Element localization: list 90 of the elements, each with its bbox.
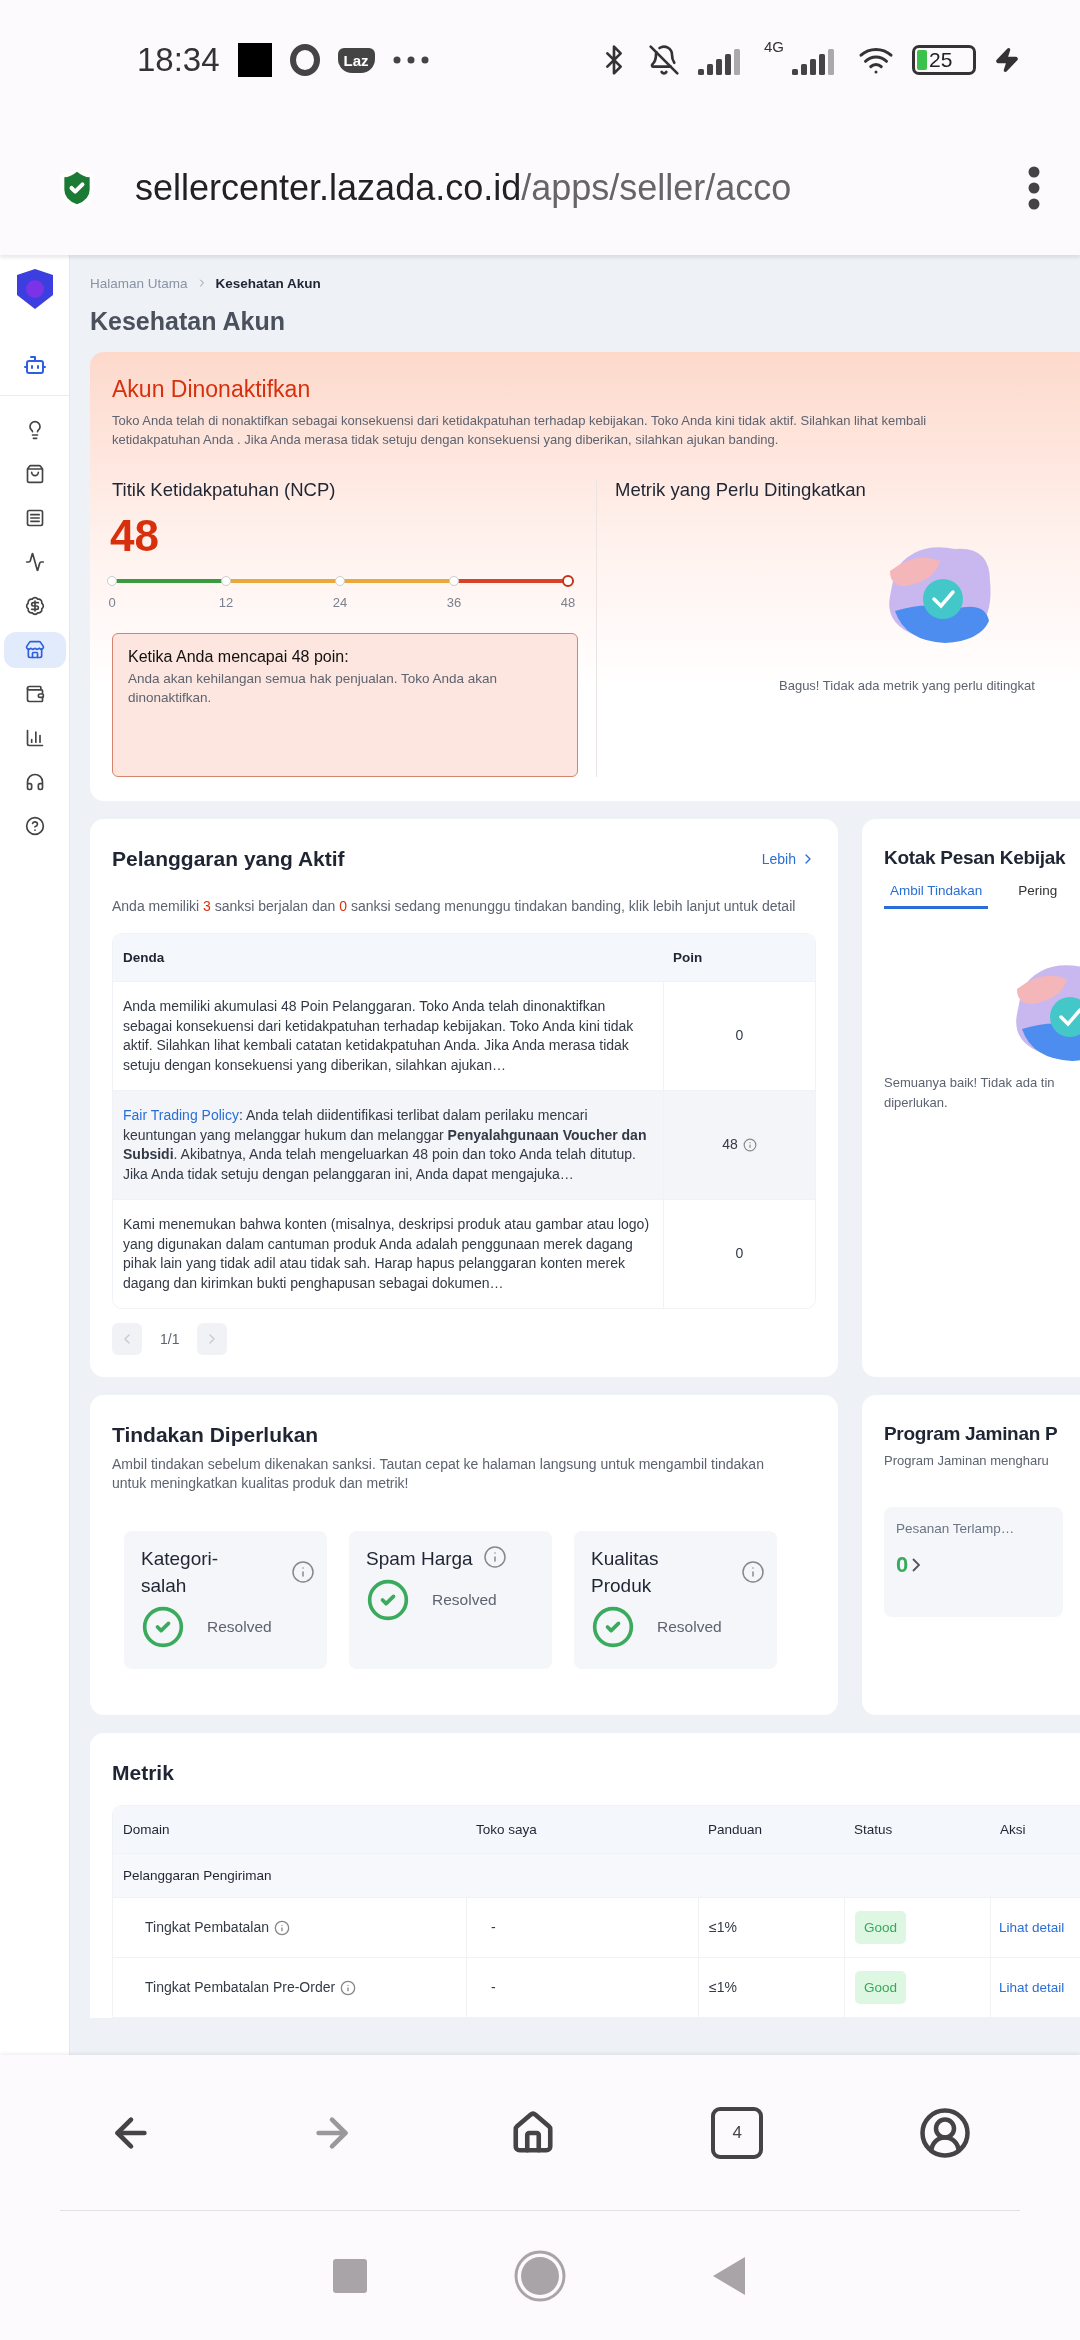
notification-icon bbox=[237, 43, 272, 77]
scale-label: 12 bbox=[218, 595, 234, 610]
page-indicator: 1/1 bbox=[160, 1331, 180, 1347]
tab[interactable]: Pering bbox=[1012, 879, 1064, 909]
app-badge: Laz bbox=[337, 47, 375, 73]
card-description: Ambil tindakan sebelum dikenakan sanksi. Tautan cepat ke halaman langsung untuk mengambil tindakan untuk meningkatkan kualitas produk dan metrik! bbox=[112, 1455, 765, 1493]
card-description: Program Jaminan mengharu bbox=[884, 1452, 1050, 1470]
more-link[interactable]: Lebih bbox=[761, 851, 816, 867]
warning-title: Ketika Anda mencapai 48 poin: bbox=[128, 648, 350, 666]
card-title: Pelanggaran yang Aktif bbox=[112, 847, 345, 871]
tile-title: Kualitas Produk bbox=[591, 1547, 660, 1598]
breadcrumb-link[interactable]: Halaman Utama bbox=[90, 275, 188, 291]
column-header: Panduan bbox=[698, 1806, 844, 1853]
points-value: 0 bbox=[735, 1244, 744, 1264]
metric-name: Tingkat Pembatalan Pre-Order bbox=[145, 1977, 336, 1997]
action-tile[interactable]: Kategori-salah Resolved bbox=[124, 1531, 327, 1669]
card-title: Metrik bbox=[112, 1761, 175, 1785]
tile-title: Kategori-salah bbox=[141, 1547, 220, 1598]
warning-text: Anda akan kehilangan semua hak penjualan. Toko Anda akan dinonaktifkan. bbox=[128, 670, 499, 707]
summary-text: Anda memiliki 3 sanksi berjalan dan 0 sanksi sedang menunggu tindakan banding, klik lebih lanjut untuk detail bbox=[112, 897, 797, 916]
guideline-value: ≤1% bbox=[709, 1917, 737, 1937]
status-title: Akun Dinonaktifkan bbox=[112, 376, 312, 403]
account-button[interactable] bbox=[918, 2105, 973, 2160]
ncp-value: 48 bbox=[110, 511, 160, 561]
column-header: Denda bbox=[113, 934, 663, 981]
more-icon bbox=[392, 56, 429, 64]
network-label: 4G bbox=[764, 38, 784, 55]
column-header: Toko saya bbox=[466, 1806, 698, 1853]
column-header: Aksi bbox=[990, 1806, 1080, 1853]
ncp-label: Titik Ketidakpatuhan (NCP) bbox=[112, 479, 337, 501]
clock: 18:34 bbox=[137, 41, 220, 79]
battery-indicator: 25 bbox=[912, 45, 976, 75]
metrics-panel-title: Metrik yang Perlu Ditingkatkan bbox=[615, 479, 867, 501]
column-header: Domain bbox=[113, 1806, 466, 1853]
status-text: Resolved bbox=[207, 1618, 272, 1636]
empty-state-text: diperlukan. bbox=[884, 1094, 949, 1112]
guideline-value: ≤1% bbox=[709, 1977, 737, 1997]
status-text: Resolved bbox=[432, 1591, 497, 1609]
url-text[interactable]: sellercenter.lazada.co.id/apps/seller/acco bbox=[135, 166, 992, 209]
card-title: Kotak Pesan Kebijak bbox=[884, 847, 1066, 869]
metric-value: - bbox=[491, 1977, 496, 1997]
column-header: Status bbox=[844, 1806, 990, 1853]
group-label: Pelanggaran Pengiriman bbox=[113, 1854, 1080, 1897]
robot-icon[interactable] bbox=[22, 353, 47, 377]
card-title: Tindakan Diperlukan bbox=[112, 1423, 320, 1447]
metric-value: - bbox=[491, 1917, 496, 1937]
detail-link[interactable]: Lihat detail bbox=[999, 1917, 1065, 1938]
menu-button[interactable] bbox=[1028, 165, 1040, 210]
scale-label: 0 bbox=[108, 595, 116, 610]
scale-label: 48 bbox=[560, 595, 576, 610]
tabs-button[interactable]: 4 bbox=[711, 2106, 764, 2159]
violation-text: Kami menemukan bahwa konten (misalnya, deskripsi produk atau gambar atau logo) yang digunakan dalam cantuman produk Anda adalah penggunaan merek dagang pihak lain yang tidak adil atau tidak sah. Harap hapus pelanggaran konten merek dagang dan kirimkan bukti penghapusan sebagai dokumen… bbox=[123, 1215, 651, 1293]
status-badge: Good bbox=[855, 1910, 907, 1945]
info-icon[interactable] bbox=[741, 1560, 765, 1584]
charging-icon bbox=[994, 47, 1020, 73]
info-icon[interactable] bbox=[742, 1138, 757, 1152]
breadcrumb-current: Kesehatan Akun bbox=[215, 275, 321, 291]
scale-label: 36 bbox=[446, 595, 462, 610]
info-icon[interactable] bbox=[340, 1979, 357, 1996]
status-message: Toko Anda telah di nonaktifkan sebagai konsekuensi dari ketidakpatuhan terhadap kebijakan. Toko Anda kini tidak aktif. Silahkan lihat kembali bbox=[112, 412, 928, 430]
metric-name: Tingkat Pembatalan bbox=[145, 1917, 269, 1937]
stat-value[interactable]: 0 bbox=[896, 1552, 1051, 1578]
empty-state-text: Bagus! Tidak ada metrik yang perlu ditingkat bbox=[779, 678, 1036, 693]
bell-off-icon bbox=[648, 44, 680, 76]
violation-text: Fair Trading Policy: Anda telah diidentifikasi terlibat dalam perilaku mencari keuntungan yang melanggar hukum dan melanggar Penyalahgunaan Voucher dan Subsidi. Akibatnya, Anda telah mengeluarkan 48 poin dan toko Anda telah ditutup. Jika Anda tidak setuju dengan pelanggaran ini, Anda dapat mengajuka… bbox=[123, 1106, 648, 1184]
chevron-icon bbox=[912, 1558, 921, 1572]
status-text: Resolved bbox=[657, 1618, 722, 1636]
empty-state-text: Semuanya baik! Tidak ada tin bbox=[884, 1074, 1056, 1092]
points-value: 48 bbox=[722, 1135, 738, 1155]
info-icon[interactable] bbox=[274, 1919, 290, 1936]
policy-link[interactable]: Fair Trading Policy bbox=[123, 1107, 239, 1123]
card-title: Program Jaminan P bbox=[884, 1423, 1058, 1445]
page-title: Kesehatan Akun bbox=[90, 307, 286, 336]
info-icon[interactable] bbox=[482, 1545, 507, 1569]
violation-text: Anda memiliki akumulasi 48 Poin Pelanggaran. Toko Anda telah dinonaktifkan sebagai konsekuensi dari ketidakpatuhan terhadap kebijakan. Toko Anda kini tidak aktif. Silahkan lihat kembali catatan ketidakpatuhan Anda. Jika Anda merasa tidak setuju dengan konsekuensi yang diberikan, silahkan ajukan… bbox=[123, 997, 635, 1075]
detail-link[interactable]: Lihat detail bbox=[999, 1977, 1065, 1998]
menu-icon bbox=[1028, 165, 1040, 210]
browser-app-icon bbox=[289, 44, 320, 76]
action-tile[interactable]: Kualitas Produk Resolved bbox=[574, 1531, 777, 1669]
action-tile[interactable]: Spam Harga Resolved bbox=[349, 1531, 552, 1669]
stat-label: Pesanan Terlamp… bbox=[896, 1521, 1016, 1536]
status-badge: Good bbox=[855, 1970, 907, 2005]
status-message: ketidakpatuhan Anda . Jika Anda merasa tidak setuju dengan konsekuensi yang diberikan, silahkan ajukan banding. bbox=[112, 431, 780, 449]
scale-label: 24 bbox=[332, 595, 348, 610]
tab[interactable]: Ambil Tindakan bbox=[884, 879, 989, 909]
points-value: 0 bbox=[735, 1026, 744, 1046]
column-header: Poin bbox=[663, 934, 815, 981]
info-icon[interactable] bbox=[291, 1560, 315, 1584]
tile-title: Spam Harga bbox=[366, 1547, 473, 1571]
store-icon[interactable] bbox=[3, 632, 66, 668]
